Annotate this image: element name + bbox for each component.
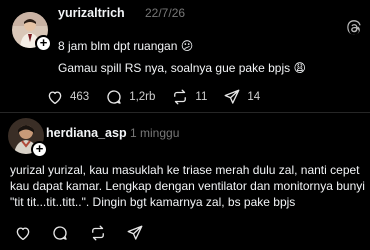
like-count: 463 (70, 91, 90, 103)
post-1-timestamp: 22/7/26 (145, 6, 186, 20)
post-2-username[interactable]: herdiana_asp (46, 126, 127, 140)
post-2-timestamp: 1 minggu (130, 126, 180, 140)
post-1-line-2: Gamau spill RS nya, soalnya gue pake bpj… (58, 61, 306, 75)
post-1-line-1: 8 jam blm dpt ruangan 😕 (58, 39, 194, 53)
post-1-username[interactable]: yurizaltrich (58, 6, 125, 20)
post-2-actions (14, 222, 144, 244)
share-count: 14 (247, 91, 261, 103)
heart-icon (48, 91, 62, 105)
post-2-body: yurizal yurizal, kau masuklah ke triase … (10, 163, 365, 209)
heart-icon[interactable] (14, 224, 32, 242)
post-1: + yurizaltrich 22/7/26 8 jam blm dpt rua… (0, 0, 370, 112)
comment-icon[interactable] (51, 224, 69, 242)
send-icon (224, 89, 240, 104)
comment-icon (107, 90, 121, 104)
like-button[interactable]: 463 (46, 88, 89, 106)
post-1-avatar-wrap[interactable]: + (12, 12, 52, 52)
repost-icon (174, 89, 187, 105)
threads-logo-icon[interactable] (346, 20, 362, 36)
post-1-actions: 463 1,2rb 11 14 (46, 88, 276, 106)
send-icon[interactable] (126, 224, 144, 242)
post-2-avatar-wrap[interactable]: + (8, 118, 48, 158)
share-button[interactable]: 14 (223, 88, 260, 106)
repost-button[interactable]: 11 (171, 88, 207, 106)
comment-button[interactable]: 1,2rb (105, 88, 155, 106)
follow-plus-icon[interactable]: + (35, 35, 52, 52)
thread-view: + yurizaltrich 22/7/26 8 jam blm dpt rua… (0, 0, 370, 250)
comment-count: 1,2rb (129, 91, 156, 103)
repost-icon[interactable] (89, 224, 107, 242)
repost-count: 11 (195, 91, 208, 103)
follow-plus-icon[interactable]: + (31, 141, 48, 158)
divider (0, 112, 370, 113)
